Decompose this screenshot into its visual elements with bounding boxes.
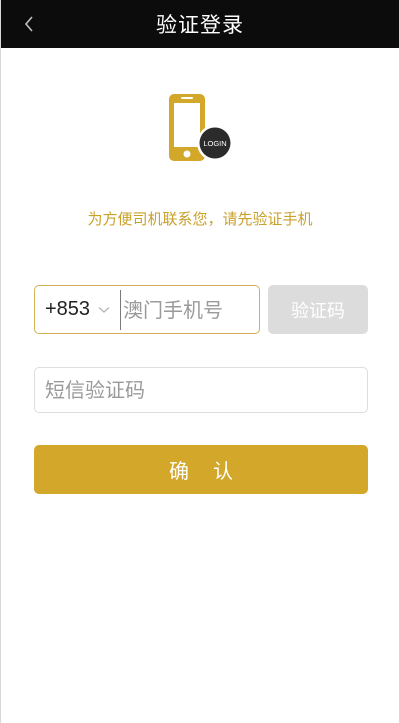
back-button[interactable] [11,0,47,48]
login-badge-text: LOGIN [203,139,226,148]
confirm-button[interactable]: 确认 [34,445,368,494]
header-bar: 验证登录 [1,0,399,48]
page-title: 验证登录 [156,13,244,37]
phone-field: +853 [34,285,260,334]
sms-code-input[interactable] [34,367,368,413]
country-code-selector[interactable]: +853 [45,298,90,321]
phone-login-icon: LOGIN [167,93,233,165]
chevron-down-icon[interactable] [98,306,110,314]
get-code-button[interactable]: 验证码 [268,285,368,334]
tagline-text: 为方便司机联系您，请先验证手机 [87,210,313,228]
chevron-left-icon [24,16,33,32]
phone-number-input[interactable] [120,289,251,330]
